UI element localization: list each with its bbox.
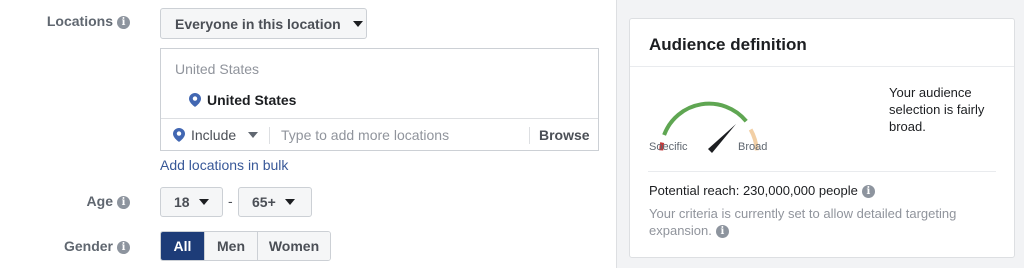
caret-down-icon <box>248 132 259 138</box>
locations-info-icon[interactable]: i <box>117 16 130 29</box>
include-label: Include <box>191 127 237 143</box>
location-pin-icon <box>173 128 185 142</box>
age-label: Age <box>86 193 113 209</box>
location-input-row: Include Type to add more locations Brows… <box>161 118 598 151</box>
divider <box>269 127 270 144</box>
locations-label-row: Locations i <box>0 13 130 29</box>
gender-info-icon[interactable]: i <box>117 241 130 254</box>
potential-reach-row: Potential reach: 230,000,000 people i <box>649 183 875 198</box>
caret-down-icon <box>198 199 209 205</box>
selected-location-label: United States <box>207 92 297 108</box>
age-info-icon[interactable]: i <box>117 196 130 209</box>
selected-location[interactable]: United States <box>189 92 296 108</box>
gender-segmented-control: All Men Women <box>160 231 331 261</box>
age-separator: - <box>228 193 233 209</box>
criteria-note-row: Your criteria is currently set to allow … <box>649 205 999 239</box>
locations-label: Locations <box>46 13 113 29</box>
location-type-dropdown[interactable]: Everyone in this location <box>160 8 367 39</box>
audience-description: Your audience selection is fairly broad. <box>889 85 985 134</box>
gauge-arc-defined <box>662 101 748 136</box>
include-dropdown[interactable]: Include <box>173 127 259 143</box>
gauge-label-broad: Broad <box>738 141 768 153</box>
potential-reach-text: Potential reach: 230,000,000 people <box>649 183 858 198</box>
criteria-note-text: Your criteria is currently set to allow … <box>649 206 957 238</box>
location-country-header: United States <box>175 61 260 77</box>
audience-card-title: Audience definition <box>649 35 807 54</box>
location-selector-box: United States United States Include Type… <box>160 48 599 151</box>
location-pin-icon <box>189 93 201 107</box>
audience-definition-card: Audience definition Soecific Broad Your … <box>629 18 1015 258</box>
add-locations-bulk-link[interactable]: Add locations in bulk <box>160 157 288 173</box>
caret-down-icon <box>284 199 295 205</box>
divider <box>630 66 1014 67</box>
gender-option-women[interactable]: Women <box>257 232 330 260</box>
gauge-label-specific: Soecific <box>649 141 688 153</box>
age-label-row: Age i <box>0 193 130 209</box>
gender-option-men[interactable]: Men <box>204 232 257 260</box>
age-min-value: 18 <box>174 194 190 210</box>
gender-label-row: Gender i <box>0 238 130 254</box>
age-min-dropdown[interactable]: 18 <box>160 187 223 217</box>
location-type-value: Everyone in this location <box>175 15 341 32</box>
age-max-dropdown[interactable]: 65+ <box>238 187 312 217</box>
criteria-info-icon[interactable]: i <box>715 225 729 238</box>
gauge-needle <box>708 124 736 153</box>
browse-button[interactable]: Browse <box>539 127 590 143</box>
gender-label: Gender <box>63 238 113 254</box>
divider <box>648 171 996 172</box>
targeting-panel: Locations i Everyone in this location Uni… <box>0 0 616 268</box>
caret-down-icon <box>352 20 363 27</box>
location-search-input[interactable]: Type to add more locations <box>281 127 449 143</box>
divider <box>529 127 530 144</box>
age-max-value: 65+ <box>252 194 276 210</box>
reach-info-icon[interactable]: i <box>861 185 875 198</box>
gender-option-all[interactable]: All <box>161 232 204 260</box>
